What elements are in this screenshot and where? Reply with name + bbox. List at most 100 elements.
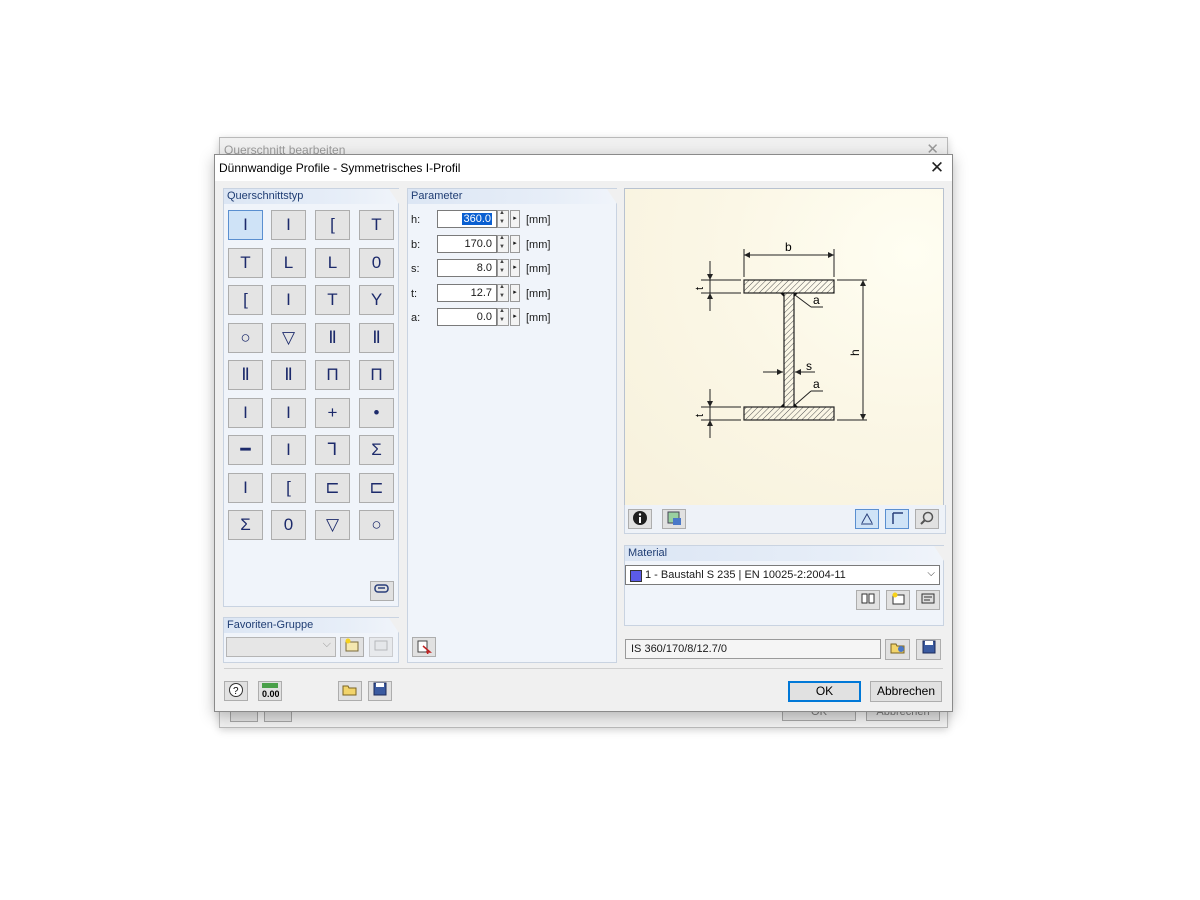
material-select[interactable]: 1 - Baustahl S 235 | EN 10025-2:2004-11 … — [625, 565, 940, 585]
section-type-button-27[interactable]: ⅂ — [315, 435, 350, 465]
section-type-panel: Querschnittstyp I I[T T L L 0[I T Y ○ ▽ Ⅱ Ⅱ Ⅱ Ⅱ Π Π I I + •… — [223, 188, 399, 607]
dim-b-label: b — [785, 240, 792, 254]
arrow-right-icon[interactable]: ▸ — [510, 283, 520, 302]
section-type-button-2[interactable]: I — [271, 210, 306, 240]
units-button[interactable]: 0.00 — [258, 681, 282, 701]
arrow-right-icon[interactable]: ▸ — [510, 234, 520, 253]
spin-buttons[interactable] — [497, 283, 509, 302]
spin-buttons[interactable] — [497, 210, 509, 228]
section-type-button-3[interactable]: [ — [315, 210, 350, 240]
parameter-panel: Parameter h: 360.0 ▸ [mm] b: 170.0 ▸ [mm] s: 8.0 ▸… — [407, 188, 617, 663]
parameter-row: s: 8.0 ▸ [mm] — [411, 259, 611, 279]
zoom-icon — [920, 511, 934, 525]
section-type-button-1[interactable]: I — [228, 210, 263, 240]
section-type-button-7[interactable]: L — [315, 247, 350, 278]
parameter-input[interactable]: 12.7 — [437, 283, 497, 302]
parameter-input[interactable]: 8.0 — [437, 259, 497, 277]
cancel-button[interactable]: Abbrechen — [870, 681, 942, 702]
section-type-button-4[interactable]: T — [359, 210, 394, 240]
save-button[interactable] — [368, 681, 392, 701]
dimension-icon — [861, 512, 873, 525]
new-favorite-button[interactable] — [340, 637, 364, 657]
section-type-button-36[interactable]: ○ — [359, 510, 394, 540]
top-flange — [743, 279, 835, 294]
section-type-button-22[interactable]: I — [271, 397, 306, 428]
arrow-right-icon[interactable]: ▸ — [510, 308, 520, 326]
material-library-button[interactable] — [856, 590, 880, 610]
new-material-button[interactable] — [886, 590, 910, 610]
section-type-button-32[interactable]: ⊏ — [359, 472, 394, 503]
section-type-button-29[interactable]: I — [228, 472, 263, 503]
section-type-button-23[interactable]: + — [315, 397, 350, 428]
parameter-input[interactable]: 0.0 — [437, 308, 497, 326]
parameter-header: Parameter — [408, 189, 617, 204]
load-button[interactable] — [338, 681, 362, 701]
help-button[interactable]: ? — [224, 681, 248, 701]
material-panel: Material — [624, 545, 944, 626]
section-type-button-6[interactable]: L — [271, 247, 306, 278]
parameter-value: 8.0 — [476, 262, 492, 274]
section-type-button-14[interactable]: ▽ — [271, 322, 306, 353]
arrow-right-icon[interactable]: ▸ — [510, 259, 520, 277]
spin-buttons[interactable] — [497, 259, 509, 277]
section-type-button-20[interactable]: Π — [359, 360, 394, 390]
info-button[interactable] — [628, 509, 652, 529]
section-type-button-16[interactable]: Ⅱ — [359, 322, 394, 353]
section-type-header: Querschnittstyp — [224, 189, 399, 204]
edit-icon — [374, 640, 388, 651]
section-type-button-18[interactable]: Ⅱ — [271, 360, 306, 390]
favorites-group-select[interactable] — [226, 637, 336, 657]
dim-a-top-label: a — [813, 293, 820, 307]
section-type-button-30[interactable]: [ — [271, 472, 306, 503]
parameter-label: h: — [411, 214, 421, 226]
parameter-label: t: — [411, 287, 418, 300]
section-name-field[interactable]: IS 360/170/8/12.7/0 — [625, 639, 881, 659]
section-type-button-13[interactable]: ○ — [228, 322, 263, 353]
parameter-unit: [mm] — [526, 287, 551, 300]
close-icon[interactable]: ✕ — [922, 155, 952, 181]
section-type-button-33[interactable]: Σ — [228, 510, 263, 540]
web — [783, 292, 795, 408]
show-axes-button[interactable] — [885, 509, 909, 529]
section-type-button-26[interactable]: I — [271, 435, 306, 465]
book-icon — [861, 593, 875, 604]
section-type-button-8[interactable]: 0 — [359, 247, 394, 278]
arrow-right-icon[interactable]: ▸ — [510, 210, 520, 228]
edit-material-button[interactable] — [916, 590, 940, 610]
edit-favorite-button[interactable] — [369, 637, 393, 657]
save-section-button[interactable] — [916, 639, 941, 660]
section-type-button-31[interactable]: ⊏ — [315, 472, 350, 503]
section-type-button-19[interactable]: Π — [315, 360, 350, 390]
section-type-button-24[interactable]: • — [359, 397, 394, 428]
section-type-button-21[interactable]: I — [228, 397, 263, 428]
pick-parameter-button[interactable] — [412, 637, 436, 657]
section-type-button-28[interactable]: Ʃ — [359, 435, 394, 465]
edit-icon — [921, 593, 935, 604]
parameter-label: a: — [411, 312, 421, 324]
show-dimensions-button[interactable] — [855, 509, 879, 529]
section-type-button-15[interactable]: Ⅱ — [315, 322, 350, 353]
zoom-button[interactable] — [915, 509, 939, 529]
section-type-button-10[interactable]: I — [271, 285, 306, 315]
chevron-down-icon: ⌵ — [927, 568, 935, 579]
section-type-button-12[interactable]: Y — [359, 285, 394, 315]
parameter-input[interactable]: 170.0 — [437, 234, 497, 253]
save-icon — [373, 682, 387, 696]
section-type-button-17[interactable]: Ⅱ — [228, 360, 263, 390]
spin-buttons[interactable] — [497, 234, 509, 253]
parameter-input[interactable]: 360.0 — [437, 210, 497, 228]
edit-favorites-button[interactable] — [370, 581, 394, 601]
section-type-button-11[interactable]: T — [315, 285, 350, 315]
ok-button[interactable]: OK — [788, 681, 861, 702]
section-type-button-35[interactable]: ▽ — [315, 510, 350, 540]
section-type-button-25[interactable]: ━ — [228, 435, 263, 465]
section-type-button-34[interactable]: 0 — [271, 510, 306, 540]
section-properties-button[interactable] — [662, 509, 686, 529]
dim-a-bottom-label: a — [813, 377, 820, 391]
dialog-title: Dünnwandige Profile - Symmetrisches I-Pr… — [219, 161, 461, 175]
parameter-unit: [mm] — [526, 214, 551, 226]
open-section-button[interactable] — [885, 639, 910, 660]
section-type-button-5[interactable]: T — [228, 247, 263, 278]
spin-buttons[interactable] — [497, 308, 509, 326]
section-type-button-9[interactable]: [ — [228, 285, 263, 315]
